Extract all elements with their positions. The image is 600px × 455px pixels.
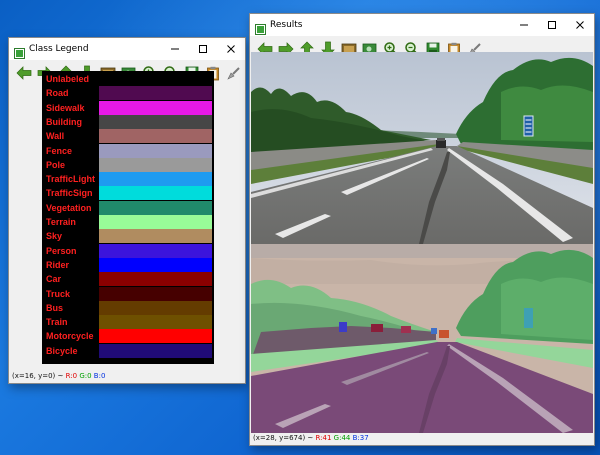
- results-status-coord: (x=28, y=674) ~: [253, 434, 316, 442]
- legend-class-name: Bus: [46, 302, 64, 313]
- legend-color-swatch: [99, 72, 212, 86]
- legend-row: Bus: [42, 300, 214, 315]
- maximize-icon: [548, 21, 556, 29]
- legend-statusbar: (x=16, y=0) ~ R:0 G:0 B:0: [9, 370, 245, 383]
- results-status-b: B:37: [352, 434, 369, 442]
- legend-color-swatch: [99, 257, 212, 272]
- legend-color-swatch: [99, 286, 212, 301]
- arrow-left-icon: [16, 66, 31, 80]
- legend-color-swatch: [99, 300, 212, 315]
- class-legend-window[interactable]: Class Legend Unlabeled Road Sidewalk Bui…: [8, 37, 246, 384]
- segmentation-overlay-image[interactable]: [251, 244, 593, 433]
- minimize-button[interactable]: [161, 38, 189, 60]
- legend-class-name: Truck: [46, 288, 71, 299]
- legend-image[interactable]: Unlabeled Road Sidewalk Building Wall Fence Po…: [42, 71, 214, 364]
- close-button[interactable]: [217, 38, 245, 60]
- brush-icon: [227, 66, 240, 80]
- legend-class-name: Bicycle: [46, 345, 78, 356]
- legend-color-swatch: [99, 143, 212, 158]
- legend-color-swatch: [99, 215, 212, 229]
- results-status-g: G:44: [333, 434, 351, 442]
- close-icon: [227, 45, 235, 53]
- legend-row: Rider: [42, 257, 214, 272]
- legend-row: Terrain: [42, 215, 214, 229]
- legend-class-name: Terrain: [46, 217, 76, 227]
- window-app-icon: [255, 20, 266, 35]
- results-window[interactable]: Results (x=28, y=674) ~ R:41 G:44 B:37: [249, 13, 595, 446]
- maximize-icon: [199, 45, 207, 53]
- legend-class-name: Person: [46, 245, 77, 256]
- legend-color-swatch: [99, 186, 212, 201]
- legend-class-name: Rider: [46, 259, 70, 270]
- legend-color-swatch: [99, 86, 212, 101]
- legend-color-swatch: [99, 229, 212, 244]
- legend-color-swatch: [99, 157, 212, 172]
- legend-window-title: Class Legend: [29, 44, 89, 54]
- legend-row: Motorcycle: [42, 329, 214, 344]
- legend-color-swatch: [99, 200, 212, 215]
- legend-row: Truck: [42, 286, 214, 301]
- camera-frame-image[interactable]: [251, 52, 593, 244]
- legend-row: Unlabeled: [42, 72, 214, 86]
- maximize-button[interactable]: [189, 38, 217, 60]
- window-app-icon: [14, 44, 25, 59]
- results-statusbar: (x=28, y=674) ~ R:41 G:44 B:37: [250, 432, 594, 445]
- legend-class-name: Wall: [46, 131, 65, 142]
- legend-row: Fence: [42, 143, 214, 158]
- results-status-r: R:41: [315, 434, 332, 442]
- minimize-icon: [171, 48, 179, 50]
- legend-row: Bicycle: [42, 343, 214, 358]
- legend-color-swatch: [99, 315, 212, 330]
- legend-row: TrafficSign: [42, 186, 214, 201]
- legend-status-r: R:0: [65, 372, 78, 380]
- legend-class-name: Fence: [46, 145, 73, 156]
- segmentation-scene: [251, 244, 593, 433]
- legend-color-swatch: [99, 272, 212, 287]
- legend-status-g: G:0: [79, 372, 92, 380]
- legend-class-name: Building: [46, 116, 82, 127]
- legend-row: Wall: [42, 129, 214, 144]
- legend-class-name: Motorcycle: [46, 331, 94, 342]
- legend-row: Person: [42, 243, 214, 258]
- legend-class-name: Pole: [46, 159, 66, 170]
- legend-class-name: Sidewalk: [46, 102, 85, 113]
- legend-row: Train: [42, 315, 214, 330]
- legend-class-name: Vegetation: [46, 202, 92, 213]
- legend-class-name: Train: [46, 317, 68, 328]
- legend-color-swatch: [99, 343, 212, 358]
- legend-class-name: TrafficSign: [46, 188, 93, 199]
- legend-status-b: B:0: [93, 372, 106, 380]
- legend-color-swatch: [99, 329, 212, 344]
- legend-class-name: Road: [46, 88, 69, 99]
- legend-row: Road: [42, 86, 214, 101]
- legend-row: TrafficLight: [42, 172, 214, 187]
- legend-color-swatch: [99, 114, 212, 129]
- results-window-title: Results: [270, 20, 303, 30]
- legend-row: Sky: [42, 229, 214, 244]
- brush-button[interactable]: [223, 64, 244, 82]
- legend-class-name: Unlabeled: [46, 74, 90, 84]
- legend-row: Sidewalk: [42, 100, 214, 115]
- legend-row: Car: [42, 272, 214, 287]
- legend-row: Vegetation: [42, 200, 214, 215]
- pan-left-button[interactable]: [13, 64, 34, 82]
- close-button[interactable]: [566, 14, 594, 36]
- legend-color-swatch: [99, 172, 212, 187]
- minimize-icon: [520, 24, 528, 26]
- legend-row: Pole: [42, 157, 214, 172]
- legend-class-name: Car: [46, 274, 62, 285]
- maximize-button[interactable]: [538, 14, 566, 36]
- road-scene: [251, 52, 593, 244]
- legend-titlebar[interactable]: Class Legend: [9, 38, 245, 60]
- legend-class-name: Sky: [46, 231, 63, 242]
- results-titlebar[interactable]: Results: [250, 14, 594, 36]
- legend-status-coord: (x=16, y=0) ~: [12, 372, 66, 380]
- legend-color-swatch: [99, 243, 212, 258]
- legend-row: Building: [42, 114, 214, 129]
- legend-class-name: TrafficLight: [46, 174, 95, 185]
- legend-color-swatch: [99, 100, 212, 115]
- legend-color-swatch: [99, 129, 212, 144]
- close-icon: [576, 21, 584, 29]
- minimize-button[interactable]: [510, 14, 538, 36]
